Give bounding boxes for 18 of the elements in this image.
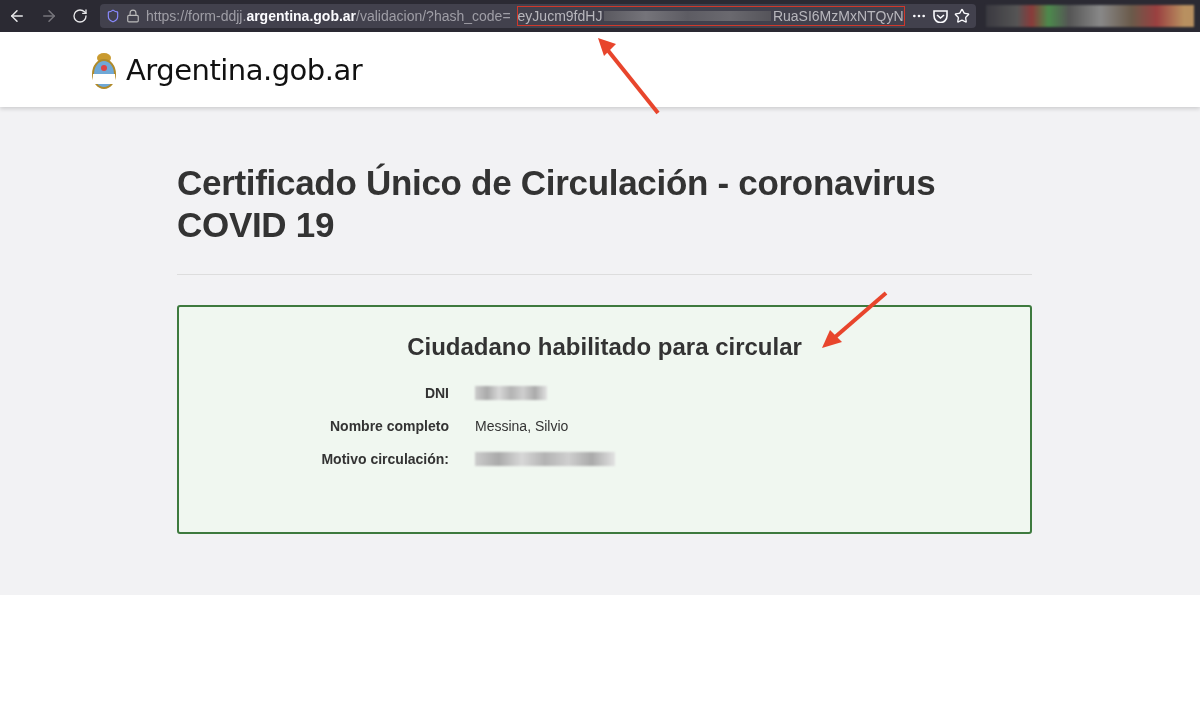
result-heading: Ciudadano habilitado para circular [407,333,802,361]
field-label: Nombre completo [329,418,449,434]
forward-arrow-icon [40,7,58,25]
reload-icon [72,8,88,24]
page-title: Certificado Único de Circulación - coronavirus COVID 19 [177,162,937,246]
reload-button[interactable] [70,6,90,26]
star-icon[interactable] [953,8,970,24]
url-text: https://form-ddjj.argentina.gob.ar/validacion/?hash_code= [146,8,511,24]
field-label: Motivo circulación: [320,451,449,467]
shield-icon [106,9,120,23]
address-bar[interactable]: https://form-ddjj.argentina.gob.ar/validacion/?hash_code= eyJucm9fdHJ RuaSI6MzMxNTQyN [100,4,976,28]
lock-icon [126,9,140,23]
field-label: DNI [423,385,449,401]
brand-logo-text[interactable]: Argentina.gob.ar [126,52,363,87]
pocket-icon[interactable] [932,9,948,23]
field-value: Messina, Silvio [475,418,570,434]
hash-start-text: eyJucm9fdHJ [517,8,603,24]
hash-end-text: RuaSI6MzMxNTQyN [772,8,904,24]
